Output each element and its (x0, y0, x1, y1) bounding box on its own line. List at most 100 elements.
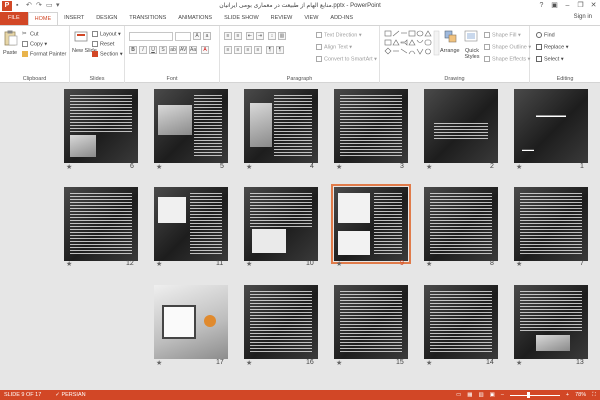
format-painter-button[interactable]: Format Painter (22, 51, 66, 57)
slide-thumbnail-13[interactable] (514, 285, 588, 359)
shape-fill-button[interactable]: Shape Fill ▾ (484, 32, 521, 38)
tab-view[interactable]: VIEW (298, 12, 324, 25)
increase-indent-icon[interactable]: ⇥ (256, 32, 264, 40)
zoom-slider[interactable] (509, 392, 560, 398)
language-status[interactable]: ✓ PERSIAN (55, 390, 85, 400)
tab-animations[interactable]: ANIMATIONS (172, 12, 218, 25)
zoom-slider-thumb[interactable] (527, 392, 531, 398)
transition-star-icon[interactable]: ★ (516, 163, 522, 171)
transition-star-icon[interactable]: ★ (426, 163, 432, 171)
slide-thumbnail-16[interactable] (244, 285, 318, 359)
decrease-indent-icon[interactable]: ⇤ (246, 32, 254, 40)
tab-design[interactable]: DESIGN (90, 12, 123, 25)
shapes-gallery[interactable] (384, 30, 440, 60)
sign-in-link[interactable]: Sign in (574, 14, 592, 20)
slide-thumbnail-12[interactable] (64, 187, 138, 261)
cut-button[interactable]: ✂ Cut (22, 31, 39, 37)
transition-star-icon[interactable]: ★ (246, 260, 252, 268)
zoom-in-icon[interactable]: + (566, 390, 569, 400)
transition-star-icon[interactable]: ★ (246, 359, 252, 367)
shrink-font-icon[interactable]: a (203, 32, 211, 40)
restore-button[interactable]: ❐ (574, 0, 587, 12)
slide-thumbnail-17[interactable] (154, 285, 228, 359)
help-button[interactable]: ? (535, 0, 548, 12)
section-button[interactable]: Section ▾ (92, 51, 123, 57)
align-left-icon[interactable]: ≡ (224, 46, 232, 54)
transition-star-icon[interactable]: ★ (66, 260, 72, 268)
zoom-level[interactable]: 78% (575, 390, 586, 400)
slide-thumbnail-9[interactable] (331, 184, 411, 264)
slideshow-view-icon[interactable]: ▣ (490, 390, 495, 400)
font-color-icon[interactable]: A (201, 46, 209, 54)
fit-to-window-icon[interactable]: ⛶ (592, 390, 596, 400)
arrange-button[interactable]: Arrange (440, 48, 460, 54)
paste-button[interactable]: Paste (3, 50, 17, 56)
zoom-out-icon[interactable]: – (501, 390, 504, 400)
ribbon-display-icon[interactable]: ▣ (548, 0, 561, 12)
numbering-icon[interactable]: ≡ (234, 32, 242, 40)
align-right-icon[interactable]: ≡ (244, 46, 252, 54)
char-spacing-icon[interactable]: AV (179, 46, 187, 54)
copy-button[interactable]: Copy ▾ (22, 41, 47, 47)
tab-file[interactable]: FILE (0, 12, 28, 25)
replace-button[interactable]: Replace ▾ (536, 44, 568, 50)
slide-thumbnail-11[interactable] (154, 187, 228, 261)
underline-icon[interactable]: U (149, 46, 157, 54)
text-direction-button[interactable]: Text Direction ▾ (316, 32, 362, 38)
shape-outline-button[interactable]: Shape Outline ▾ (484, 44, 531, 50)
italic-icon[interactable]: I (139, 46, 147, 54)
strikethrough-icon[interactable]: ab (169, 46, 177, 54)
grow-font-icon[interactable]: A (193, 32, 201, 40)
select-button[interactable]: Select ▾ (536, 56, 564, 62)
slide-thumbnail-1[interactable]: ▬▬▬▬▬▬ ▬▬▬ (514, 89, 588, 163)
reading-view-icon[interactable]: ▥ (478, 390, 483, 400)
shadow-icon[interactable]: S (159, 46, 167, 54)
normal-view-icon[interactable]: ▭ (456, 390, 461, 400)
ltr-icon[interactable]: ¶ (276, 46, 284, 54)
slide-thumbnail-5[interactable] (154, 89, 228, 163)
transition-star-icon[interactable]: ★ (156, 163, 162, 171)
tab-slide-show[interactable]: SLIDE SHOW (218, 12, 265, 25)
find-button[interactable]: Find (536, 32, 555, 38)
close-button[interactable]: ✕ (587, 0, 600, 12)
bullets-icon[interactable]: ≡ (224, 32, 232, 40)
font-name-combo[interactable] (129, 32, 173, 41)
slide-thumbnail-15[interactable] (334, 285, 408, 359)
transition-star-icon[interactable]: ★ (246, 163, 252, 171)
minimize-button[interactable]: – (561, 0, 574, 12)
align-center-icon[interactable]: ≡ (234, 46, 242, 54)
justify-icon[interactable]: ≡ (254, 46, 262, 54)
slide-thumbnail-8[interactable] (424, 187, 498, 261)
slide-thumbnail-3[interactable] (334, 89, 408, 163)
slide-thumbnail-10[interactable] (244, 187, 318, 261)
transition-star-icon[interactable]: ★ (156, 260, 162, 268)
line-spacing-icon[interactable]: ↕ (268, 32, 276, 40)
shape-effects-button[interactable]: Shape Effects ▾ (484, 56, 530, 62)
layout-button[interactable]: Layout ▾ (92, 31, 121, 37)
tab-home[interactable]: HOME (27, 12, 59, 25)
font-size-combo[interactable] (175, 32, 191, 41)
tab-insert[interactable]: INSERT (58, 12, 90, 25)
slide-thumbnail-6[interactable] (64, 89, 138, 163)
rtl-icon[interactable]: ¶ (266, 46, 274, 54)
transition-star-icon[interactable]: ★ (516, 359, 522, 367)
transition-star-icon[interactable]: ★ (426, 260, 432, 268)
columns-icon[interactable]: ▥ (278, 32, 286, 40)
slide-thumbnail-4[interactable] (244, 89, 318, 163)
slide-count-status[interactable]: SLIDE 9 OF 17 (4, 390, 41, 400)
transition-star-icon[interactable]: ★ (516, 260, 522, 268)
slide-thumbnail-14[interactable] (424, 285, 498, 359)
transition-star-icon[interactable]: ★ (426, 359, 432, 367)
transition-star-icon[interactable]: ★ (336, 260, 342, 268)
slide-sorter-view-icon[interactable]: ▦ (467, 390, 472, 400)
align-text-button[interactable]: Align Text ▾ (316, 44, 352, 50)
tab-add-ins[interactable]: ADD-INS (324, 12, 359, 25)
tab-review[interactable]: REVIEW (265, 12, 299, 25)
transition-star-icon[interactable]: ★ (156, 359, 162, 367)
convert-smartart-button[interactable]: Convert to SmartArt ▾ (316, 56, 377, 62)
slide-thumbnail-7[interactable] (514, 187, 588, 261)
bold-icon[interactable]: B (129, 46, 137, 54)
quick-styles-button[interactable]: Quick Styles (462, 48, 482, 60)
transition-star-icon[interactable]: ★ (336, 163, 342, 171)
change-case-icon[interactable]: Aa (189, 46, 197, 54)
